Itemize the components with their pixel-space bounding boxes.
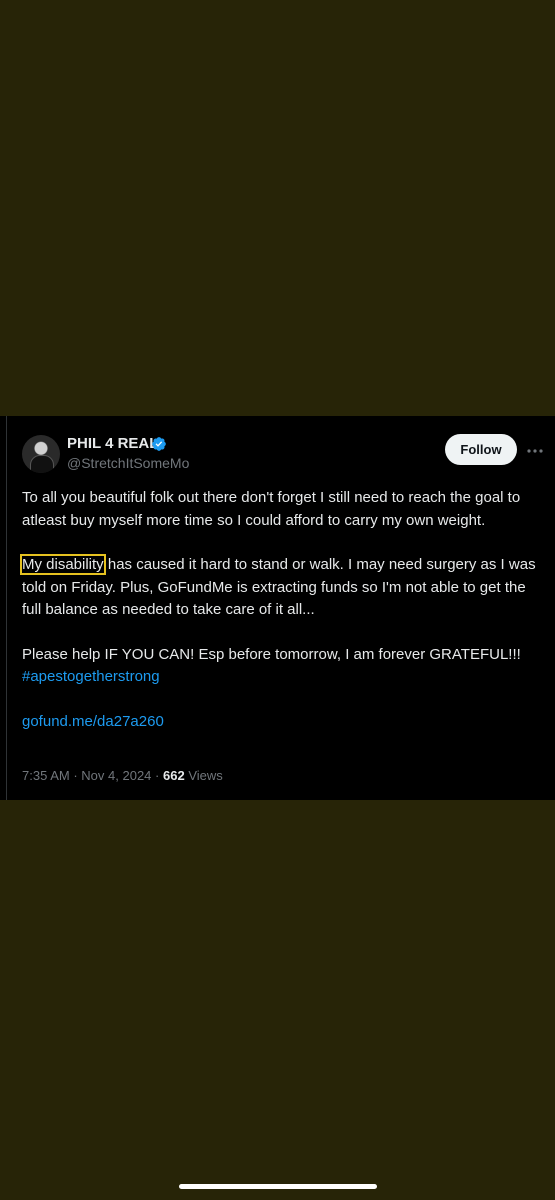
meta-separator-2: · xyxy=(155,768,160,783)
highlighted-phrase: My disability xyxy=(20,554,106,575)
follow-button[interactable]: Follow xyxy=(445,434,517,465)
user-handle[interactable]: @StretchItSomeMo xyxy=(67,454,189,472)
tweet-paragraph-2: My disability has caused it hard to stan… xyxy=(20,554,547,622)
tweet-date[interactable]: Nov 4, 2024 xyxy=(81,768,151,783)
tweet-time[interactable]: 7:35 AM xyxy=(22,768,70,783)
thread-divider xyxy=(6,416,7,800)
tweet-paragraph-4: gofund.me/da27a260 xyxy=(22,711,547,734)
more-options-icon[interactable] xyxy=(526,442,544,460)
views-count: 662 xyxy=(163,768,185,783)
tweet-text: To all you beautiful folk out there don'… xyxy=(20,487,547,755)
tweet-meta: 7:35 AM · Nov 4, 2024 · 662 Views xyxy=(22,768,223,784)
verified-badge-icon xyxy=(152,437,166,451)
tweet-paragraph-3: Please help IF YOU CAN! Esp before tomor… xyxy=(22,644,547,689)
home-indicator[interactable] xyxy=(179,1184,377,1189)
avatar[interactable] xyxy=(22,435,60,473)
views-label: Views xyxy=(188,768,223,783)
meta-separator: · xyxy=(73,768,78,783)
gofundme-link[interactable]: gofund.me/da27a260 xyxy=(22,713,164,730)
tweet-paragraph-3-text: Please help IF YOU CAN! Esp before tomor… xyxy=(22,645,521,663)
tweet-paragraph-1: To all you beautiful folk out there don'… xyxy=(22,489,521,529)
display-name[interactable]: PHIL 4 REAL xyxy=(67,435,158,453)
tweet-card[interactable]: PHIL 4 REAL @StretchItSomeMo To all you … xyxy=(0,416,555,800)
hashtag-link[interactable]: #apestogetherstrong xyxy=(22,668,160,685)
